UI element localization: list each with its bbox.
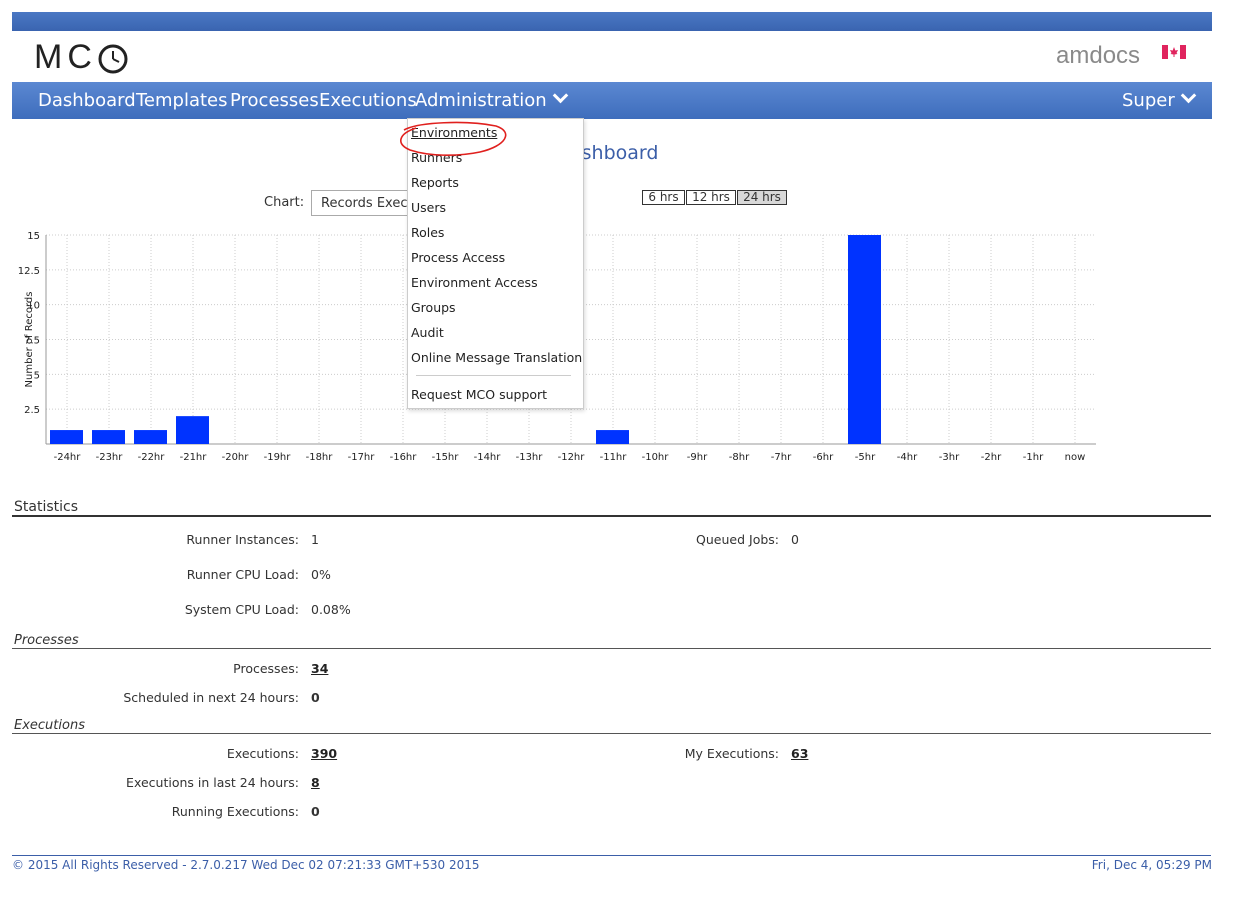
- menu-item-environment-access[interactable]: Environment Access: [411, 275, 538, 290]
- bar: [92, 430, 125, 444]
- range-12hrs-button[interactable]: 12 hrs: [686, 190, 736, 205]
- scheduled-value: 0: [311, 690, 320, 705]
- y-tick-label: 2.5: [24, 405, 40, 416]
- runner-instances-label: Runner Instances:: [186, 532, 299, 547]
- canada-flag-icon: [1162, 45, 1186, 59]
- y-tick-label: 12.5: [18, 266, 40, 277]
- top-banner: [12, 12, 1212, 31]
- x-tick-label: -23hr: [96, 452, 124, 463]
- menu-item-users[interactable]: Users: [411, 200, 446, 215]
- x-tick-label: -24hr: [54, 452, 82, 463]
- chevron-down-icon: [1180, 87, 1197, 104]
- footer-divider: [12, 855, 1211, 856]
- red-circle-annotation: [400, 121, 507, 156]
- processes-count-link[interactable]: 34: [311, 661, 328, 676]
- nav-templates[interactable]: Templates: [136, 82, 228, 119]
- x-tick-label: -7hr: [771, 452, 792, 463]
- processes-count-label: Processes:: [233, 661, 299, 676]
- bar: [848, 235, 881, 444]
- menu-divider: [416, 375, 571, 376]
- menu-item-process-access[interactable]: Process Access: [411, 250, 505, 265]
- x-tick-label: -5hr: [855, 452, 876, 463]
- scheduled-label: Scheduled in next 24 hours:: [123, 690, 299, 705]
- executions-count-label: Executions:: [226, 746, 299, 761]
- x-tick-label: -6hr: [813, 452, 834, 463]
- nav-executions[interactable]: Executions: [319, 82, 417, 119]
- running-executions-value: 0: [311, 804, 320, 819]
- runner-instances-value: 1: [311, 532, 319, 547]
- executions-count-link[interactable]: 390: [311, 746, 337, 761]
- y-tick-label: 15: [27, 231, 40, 242]
- x-tick-label: -18hr: [306, 452, 334, 463]
- mco-logo[interactable]: MC: [34, 38, 97, 76]
- x-tick-label: -2hr: [981, 452, 1002, 463]
- x-tick-label: -10hr: [642, 452, 670, 463]
- menu-item-online-message-translation[interactable]: Online Message Translation: [411, 350, 582, 365]
- x-tick-label: -8hr: [729, 452, 750, 463]
- nav-dashboard[interactable]: Dashboard: [38, 82, 136, 119]
- nav-administration-label: Administration: [415, 90, 547, 111]
- runner-cpu-label: Runner CPU Load:: [186, 567, 299, 582]
- range-24hrs-button[interactable]: 24 hrs: [737, 190, 787, 205]
- runner-cpu-value: 0%: [311, 567, 331, 582]
- user-menu[interactable]: Super: [1122, 82, 1197, 119]
- chevron-down-icon: [552, 87, 568, 104]
- bar: [596, 430, 629, 444]
- x-tick-label: -19hr: [264, 452, 292, 463]
- executions-divider: [12, 733, 1211, 734]
- amdocs-brand: amdocs: [1056, 42, 1141, 69]
- statistics-divider: [12, 515, 1211, 517]
- x-tick-label: -17hr: [348, 452, 376, 463]
- system-cpu-label: System CPU Load:: [184, 602, 299, 617]
- menu-item-reports[interactable]: Reports: [411, 175, 459, 190]
- my-executions-label: My Executions:: [684, 746, 779, 761]
- y-axis-label: Number of Records: [24, 292, 35, 388]
- menu-item-roles[interactable]: Roles: [411, 225, 444, 240]
- x-tick-label: -1hr: [1023, 452, 1044, 463]
- x-tick-label: now: [1065, 452, 1086, 463]
- x-tick-label: -3hr: [939, 452, 960, 463]
- chart-type-select[interactable]: Records Execut: [311, 190, 421, 216]
- menu-item-groups[interactable]: Groups: [411, 300, 456, 315]
- queued-jobs-value: 0: [791, 532, 799, 547]
- clock-logo-icon: [98, 44, 128, 74]
- x-tick-label: -15hr: [432, 452, 460, 463]
- queued-jobs-label: Queued Jobs:: [696, 532, 779, 547]
- main-nav: Dashboard Templates Processes Executions…: [12, 82, 1212, 119]
- system-cpu-value: 0.08%: [311, 602, 351, 617]
- bar: [176, 416, 209, 444]
- user-name: Super: [1122, 90, 1175, 111]
- x-tick-label: -13hr: [516, 452, 544, 463]
- executions-last24-link[interactable]: 8: [311, 775, 320, 790]
- processes-divider: [12, 648, 1211, 649]
- x-tick-label: -14hr: [474, 452, 502, 463]
- menu-item-audit[interactable]: Audit: [411, 325, 444, 340]
- footer-copyright: © 2015 All Rights Reserved - 2.7.0.217 W…: [12, 858, 480, 872]
- running-executions-label: Running Executions:: [171, 804, 299, 819]
- range-6hrs-button[interactable]: 6 hrs: [642, 190, 685, 205]
- x-tick-label: -21hr: [180, 452, 208, 463]
- nav-administration[interactable]: Administration: [415, 82, 568, 119]
- x-tick-label: -9hr: [687, 452, 708, 463]
- x-tick-label: -11hr: [600, 452, 628, 463]
- x-tick-label: -20hr: [222, 452, 250, 463]
- executions-last24-label: Executions in last 24 hours:: [126, 775, 299, 790]
- footer-datetime: Fri, Dec 4, 05:29 PM: [1091, 858, 1212, 872]
- x-tick-label: -12hr: [558, 452, 586, 463]
- administration-dropdown: Environments Runners Reports Users Roles…: [407, 118, 584, 409]
- bar: [50, 430, 83, 444]
- x-tick-label: -22hr: [138, 452, 166, 463]
- statistics-heading: Statistics: [14, 499, 78, 515]
- menu-item-request-support[interactable]: Request MCO support: [411, 387, 547, 402]
- bar: [134, 430, 167, 444]
- nav-processes[interactable]: Processes: [230, 82, 319, 119]
- executions-heading: Executions: [14, 718, 85, 733]
- x-tick-label: -16hr: [390, 452, 418, 463]
- x-tick-label: -4hr: [897, 452, 918, 463]
- chart-label: Chart:: [264, 195, 305, 210]
- processes-heading: Processes: [14, 633, 79, 648]
- my-executions-link[interactable]: 63: [791, 746, 808, 761]
